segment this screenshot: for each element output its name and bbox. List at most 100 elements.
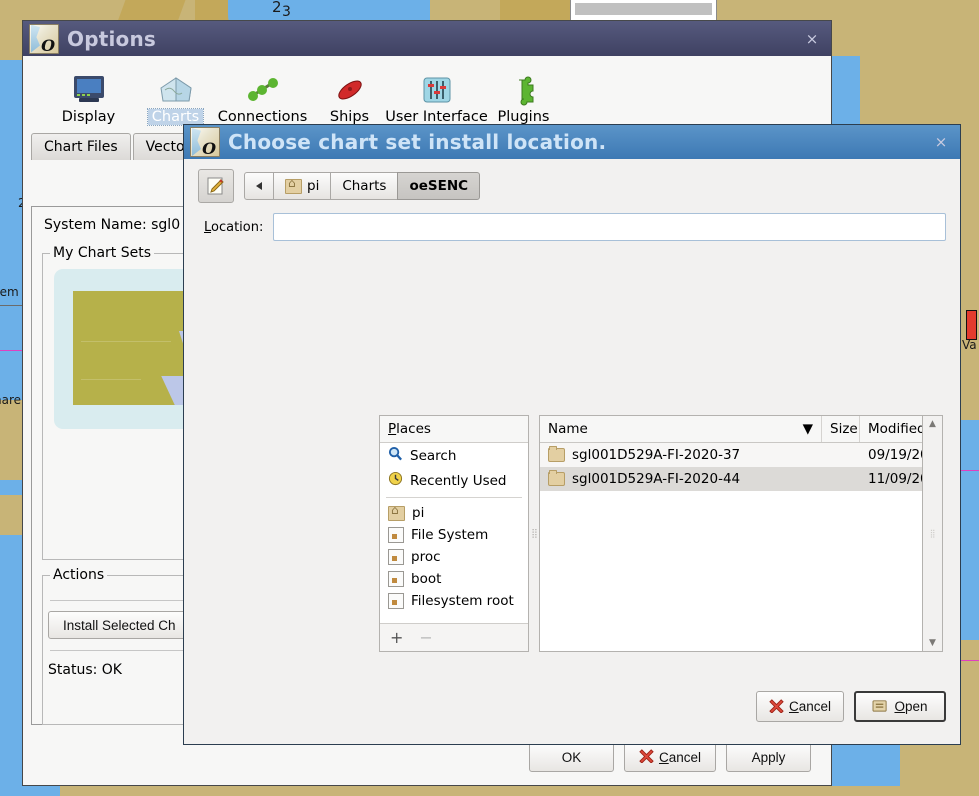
file-list-header: Name ▼ Size Modified (540, 416, 922, 443)
file-modified-cell: 09/19/20 (868, 447, 923, 463)
place-item-proc[interactable]: proc (380, 546, 528, 568)
table-row[interactable]: sgl001D529A-FI-2020-44 11/09/20 (540, 467, 922, 491)
file-list[interactable]: Name ▼ Size Modified sgl001D529A-FI-2020… (539, 415, 923, 652)
places-sidebar[interactable]: Places Search Recently Used pi (379, 415, 529, 652)
place-item-label: Recently Used (410, 472, 507, 489)
location-input[interactable] (273, 213, 946, 241)
path-button-oesenc[interactable]: oeSENC (397, 172, 481, 200)
add-place-button[interactable]: + (390, 628, 403, 647)
chooser-body: pi Charts oeSENC Location: Places Search (184, 159, 960, 744)
column-header-modified[interactable]: Modified (860, 416, 922, 442)
plugins-icon (507, 66, 541, 106)
place-item-file-system[interactable]: File System (380, 524, 528, 546)
file-modified-cell: 11/09/20 (868, 471, 923, 487)
close-icon[interactable]: × (928, 129, 954, 155)
map-landmass (0, 495, 22, 535)
map-landmass (60, 786, 979, 796)
scroll-down-icon[interactable]: ▼ (929, 638, 936, 648)
cancel-button[interactable]: Cancel (756, 691, 844, 722)
place-item-label: proc (411, 549, 441, 565)
place-item-search[interactable]: Search (380, 443, 528, 468)
chooser-titlebar[interactable]: Choose chart set install location. × (184, 125, 960, 159)
pane-splitter[interactable]: ⣿ (529, 415, 539, 652)
place-item-boot[interactable]: boot (380, 568, 528, 590)
options-tool-label: User Interface (385, 109, 488, 125)
opencpn-app-icon (29, 23, 59, 55)
place-item-filesystem-root[interactable]: Filesystem root (380, 590, 528, 612)
table-row[interactable]: sgl001D529A-FI-2020-37 09/19/20 (540, 443, 922, 467)
options-tool-display[interactable]: Display (45, 66, 132, 125)
scroll-up-icon[interactable]: ▲ (929, 419, 936, 429)
chooser-panes: Places Search Recently Used pi (379, 415, 943, 652)
drive-icon (388, 593, 404, 609)
my-chart-sets-label: My Chart Sets (50, 245, 155, 261)
tab-chart-files[interactable]: Chart Files (31, 133, 131, 160)
open-button[interactable]: Open (854, 691, 946, 722)
options-tool-connections[interactable]: Connections (217, 66, 308, 125)
cancel-button-label: Cancel (658, 749, 702, 765)
path-bar: pi Charts oeSENC (184, 159, 960, 203)
map-grey-line (0, 305, 22, 306)
path-button-label: pi (307, 178, 320, 194)
ok-button[interactable]: OK (529, 742, 614, 772)
apply-button[interactable]: Apply (726, 742, 811, 772)
options-tool-label: Connections (217, 109, 308, 125)
file-list-scrollbar[interactable]: ▲ ⣿ ▼ (923, 415, 943, 652)
options-tool-label: Plugins (497, 109, 550, 125)
folder-icon (548, 470, 565, 486)
folder-icon (548, 446, 565, 462)
options-button-row: OK Cancel Apply (529, 742, 811, 772)
display-icon (71, 66, 107, 106)
system-name-label: System Name: sgl0 (44, 217, 181, 233)
cancel-button[interactable]: Cancel (624, 742, 716, 772)
search-icon (388, 446, 403, 465)
edit-location-icon[interactable] (198, 169, 234, 203)
file-size-cell (822, 475, 860, 483)
options-titlebar[interactable]: Options × (23, 21, 831, 56)
place-item-label: File System (411, 527, 489, 543)
map-label: 2 (272, 0, 282, 16)
ships-icon (331, 66, 369, 106)
options-tool-label: Display (61, 109, 116, 125)
recent-icon (388, 471, 403, 490)
breadcrumb: pi Charts oeSENC (244, 172, 481, 200)
options-tool-charts[interactable]: Charts (132, 66, 219, 126)
column-header-name[interactable]: Name ▼ (540, 416, 822, 442)
open-button-label: Open (894, 699, 928, 714)
chevron-left-icon (256, 182, 262, 190)
close-icon[interactable]: × (799, 26, 825, 52)
path-button-pi[interactable]: pi (273, 172, 332, 200)
places-header: Places (380, 416, 528, 443)
place-item-label: pi (412, 505, 425, 521)
cancel-button-label: Cancel (788, 699, 832, 714)
options-tool-user-interface[interactable]: User Interface (385, 66, 488, 125)
place-item-label: boot (411, 571, 442, 587)
map-label: Va (962, 338, 977, 352)
options-tool-ships[interactable]: Ships (306, 66, 393, 125)
column-header-size[interactable]: Size (822, 416, 860, 442)
place-item-pi[interactable]: pi (380, 502, 528, 524)
file-name-cell: sgl001D529A-FI-2020-37 (540, 443, 822, 467)
options-tool-label: Charts (146, 108, 205, 126)
drive-icon (388, 571, 404, 587)
floating-panel-bar (575, 3, 712, 15)
file-chooser-dialog[interactable]: Choose chart set install location. × pi … (183, 124, 961, 745)
place-item-recently-used[interactable]: Recently Used (380, 468, 528, 493)
opencpn-app-icon (190, 127, 220, 158)
map-vessel-marker (966, 310, 977, 340)
map-label: 3 (282, 4, 291, 20)
options-tool-plugins[interactable]: Plugins (480, 66, 567, 125)
map-magenta-line (0, 350, 22, 351)
open-folder-icon (872, 698, 889, 716)
floating-panel[interactable] (570, 0, 717, 22)
file-size-cell (822, 451, 860, 459)
connections-icon (244, 66, 282, 106)
path-button-charts[interactable]: Charts (330, 172, 399, 200)
sort-descending-icon: ▼ (802, 421, 813, 437)
drive-icon (388, 549, 404, 565)
status-label: Status: OK (48, 662, 122, 678)
location-row: Location: (184, 203, 960, 241)
path-back-button[interactable] (244, 172, 274, 200)
cancel-icon (639, 748, 654, 766)
remove-place-button[interactable]: − (419, 628, 432, 647)
